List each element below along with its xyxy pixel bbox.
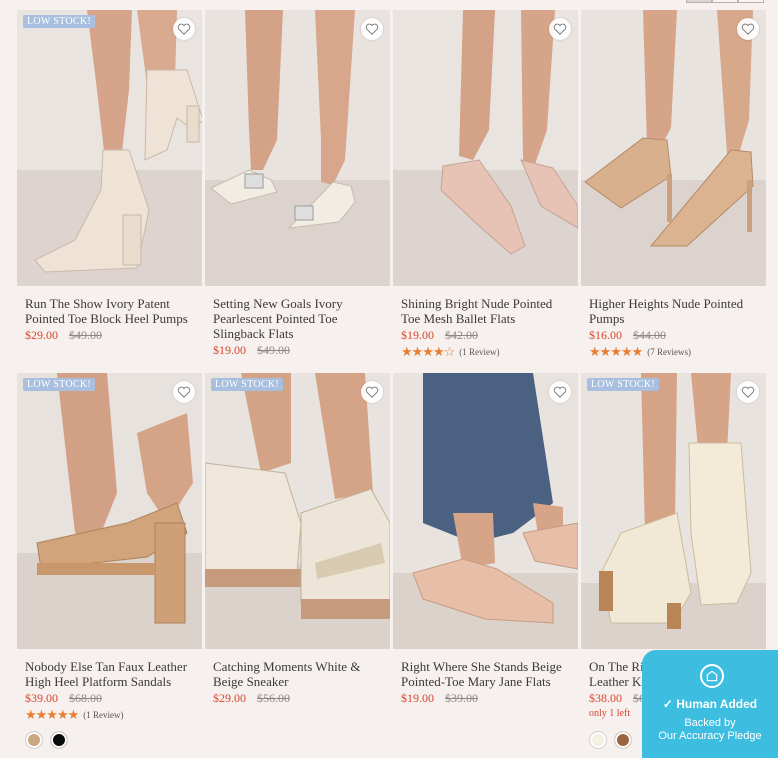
original-price: $56.00 (257, 691, 290, 705)
wishlist-heart-icon[interactable] (549, 381, 571, 403)
product-name[interactable]: Catching Moments White & Beige Sneaker (213, 659, 382, 689)
product-card[interactable]: Higher Heights Nude Pointed Pumps $16.00… (581, 10, 766, 373)
wishlist-heart-icon[interactable] (737, 381, 759, 403)
rating-stars: ★★★★☆ (401, 344, 455, 359)
wishlist-heart-icon[interactable] (737, 18, 759, 40)
product-rating[interactable]: ★★★★★ (1 Review) (25, 708, 194, 722)
wishlist-heart-icon[interactable] (549, 18, 571, 40)
sale-price: $19.00 (401, 691, 434, 705)
check-circle-icon: ✓ (662, 697, 677, 711)
wishlist-heart-icon[interactable] (361, 18, 383, 40)
trust-badge[interactable]: ✓ Human Added Backed by Our Accuracy Ple… (642, 650, 778, 758)
sale-price: $19.00 (401, 328, 434, 342)
product-card[interactable]: LOW STOCK! Run The Show Ivory Patent Poi… (17, 10, 202, 373)
list-view-option[interactable] (712, 0, 738, 3)
low-stock-badge: LOW STOCK! (23, 15, 96, 28)
sale-price: $39.00 (25, 691, 58, 705)
grid-view-toggle[interactable] (686, 0, 764, 3)
rating-stars: ★★★★★ (589, 344, 643, 359)
product-name[interactable]: Right Where She Stands Beige Pointed-Toe… (401, 659, 570, 689)
review-count[interactable]: (1 Review) (459, 347, 499, 357)
original-price: $42.00 (445, 328, 478, 342)
sale-price: $29.00 (25, 328, 58, 342)
trust-badge-line1: Backed by (684, 717, 736, 729)
sale-price: $29.00 (213, 691, 246, 705)
shield-home-icon (700, 664, 724, 688)
grid-view-option[interactable] (686, 0, 712, 3)
compact-view-option[interactable] (738, 0, 764, 3)
trust-badge-line2: Our Accuracy Pledge (658, 730, 762, 742)
color-swatch-black[interactable] (50, 731, 68, 749)
sale-price: $16.00 (589, 328, 622, 342)
color-swatch-brown[interactable] (614, 731, 632, 749)
color-swatch-tan[interactable] (25, 731, 43, 749)
low-stock-badge: LOW STOCK! (587, 378, 660, 391)
product-card[interactable]: LOW STOCK! Catching Moments White & Beig… (205, 373, 390, 736)
wishlist-heart-icon[interactable] (173, 18, 195, 40)
wishlist-heart-icon[interactable] (361, 381, 383, 403)
product-image[interactable] (205, 10, 390, 286)
original-price: $49.00 (69, 328, 102, 342)
product-card[interactable]: Setting New Goals Ivory Pearlescent Poin… (205, 10, 390, 373)
sale-price: $38.00 (589, 691, 622, 705)
product-image[interactable]: LOW STOCK! (17, 373, 202, 649)
sale-price: $19.00 (213, 343, 246, 357)
low-stock-badge: LOW STOCK! (23, 378, 96, 391)
product-image[interactable]: LOW STOCK! (17, 10, 202, 286)
product-name[interactable]: Nobody Else Tan Faux Leather High Heel P… (25, 659, 194, 689)
product-image[interactable]: LOW STOCK! (581, 373, 766, 649)
color-swatches (25, 731, 68, 749)
product-rating[interactable]: ★★★★★ (7 Reviews) (589, 345, 758, 359)
original-price: $39.00 (445, 691, 478, 705)
review-count[interactable]: (7 Reviews) (647, 347, 691, 357)
original-price: $49.00 (257, 343, 290, 357)
product-card[interactable]: LOW STOCK! Nobody Else Tan Faux Leather … (17, 373, 202, 749)
product-card[interactable]: Right Where She Stands Beige Pointed-Toe… (393, 373, 578, 736)
product-name[interactable]: Higher Heights Nude Pointed Pumps (589, 296, 758, 326)
product-image[interactable] (393, 373, 578, 649)
original-price: $68.00 (69, 691, 102, 705)
product-name[interactable]: Setting New Goals Ivory Pearlescent Poin… (213, 296, 382, 341)
product-image[interactable]: LOW STOCK! (205, 373, 390, 649)
trust-badge-title: ✓ Human Added (662, 697, 758, 711)
wishlist-heart-icon[interactable] (173, 381, 195, 403)
original-price: $44.00 (633, 328, 666, 342)
review-count[interactable]: (1 Review) (83, 710, 123, 720)
top-strip (0, 0, 778, 8)
product-rating[interactable]: ★★★★☆ (1 Review) (401, 345, 570, 359)
low-stock-badge: LOW STOCK! (211, 378, 284, 391)
product-grid: LOW STOCK! Run The Show Ivory Patent Poi… (17, 10, 766, 749)
product-name[interactable]: Run The Show Ivory Patent Pointed Toe Bl… (25, 296, 194, 326)
product-image[interactable] (393, 10, 578, 286)
product-image[interactable] (581, 10, 766, 286)
rating-stars: ★★★★★ (25, 707, 79, 722)
color-swatches (589, 731, 632, 749)
color-swatch-ivory[interactable] (589, 731, 607, 749)
product-card[interactable]: Shining Bright Nude Pointed Toe Mesh Bal… (393, 10, 578, 373)
product-name[interactable]: Shining Bright Nude Pointed Toe Mesh Bal… (401, 296, 570, 326)
